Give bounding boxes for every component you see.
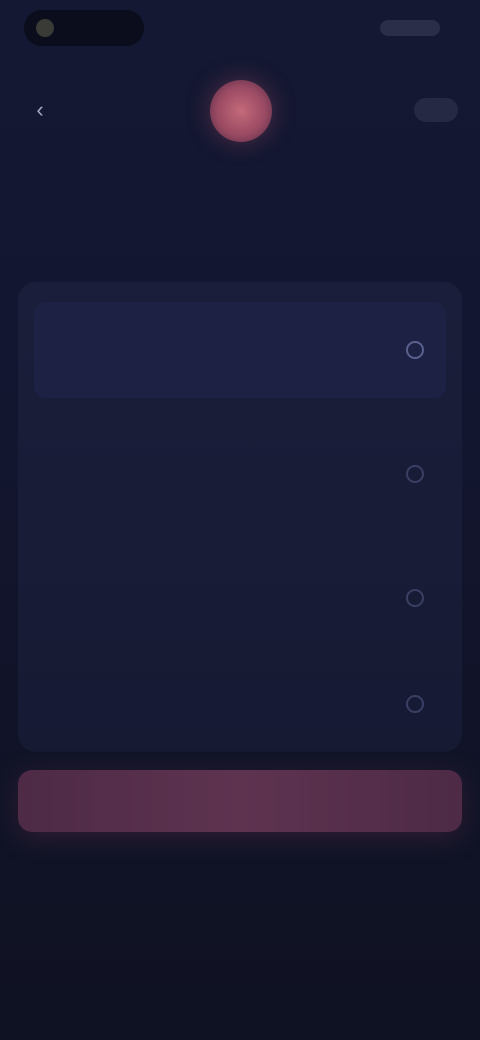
radio-icon[interactable]	[406, 465, 424, 483]
arrow-left-icon: ‹	[36, 97, 44, 122]
option-item[interactable]	[34, 678, 446, 730]
option-item[interactable]	[34, 302, 446, 398]
status-indicators	[380, 20, 440, 36]
radio-icon[interactable]	[406, 341, 424, 359]
back-button[interactable]: ‹	[22, 94, 58, 126]
radio-icon[interactable]	[406, 589, 424, 607]
option-item[interactable]	[34, 426, 446, 522]
status-pill	[24, 10, 144, 46]
radio-icon[interactable]	[406, 695, 424, 713]
status-indicator-icon	[36, 19, 54, 37]
screen: ‹	[0, 0, 480, 1040]
continue-button[interactable]	[18, 770, 462, 832]
top-nav: ‹	[0, 78, 480, 142]
skip-button[interactable]	[414, 98, 458, 122]
status-bar	[0, 0, 480, 60]
options-list	[18, 282, 462, 752]
avatar	[210, 80, 272, 142]
option-item[interactable]	[34, 550, 446, 646]
